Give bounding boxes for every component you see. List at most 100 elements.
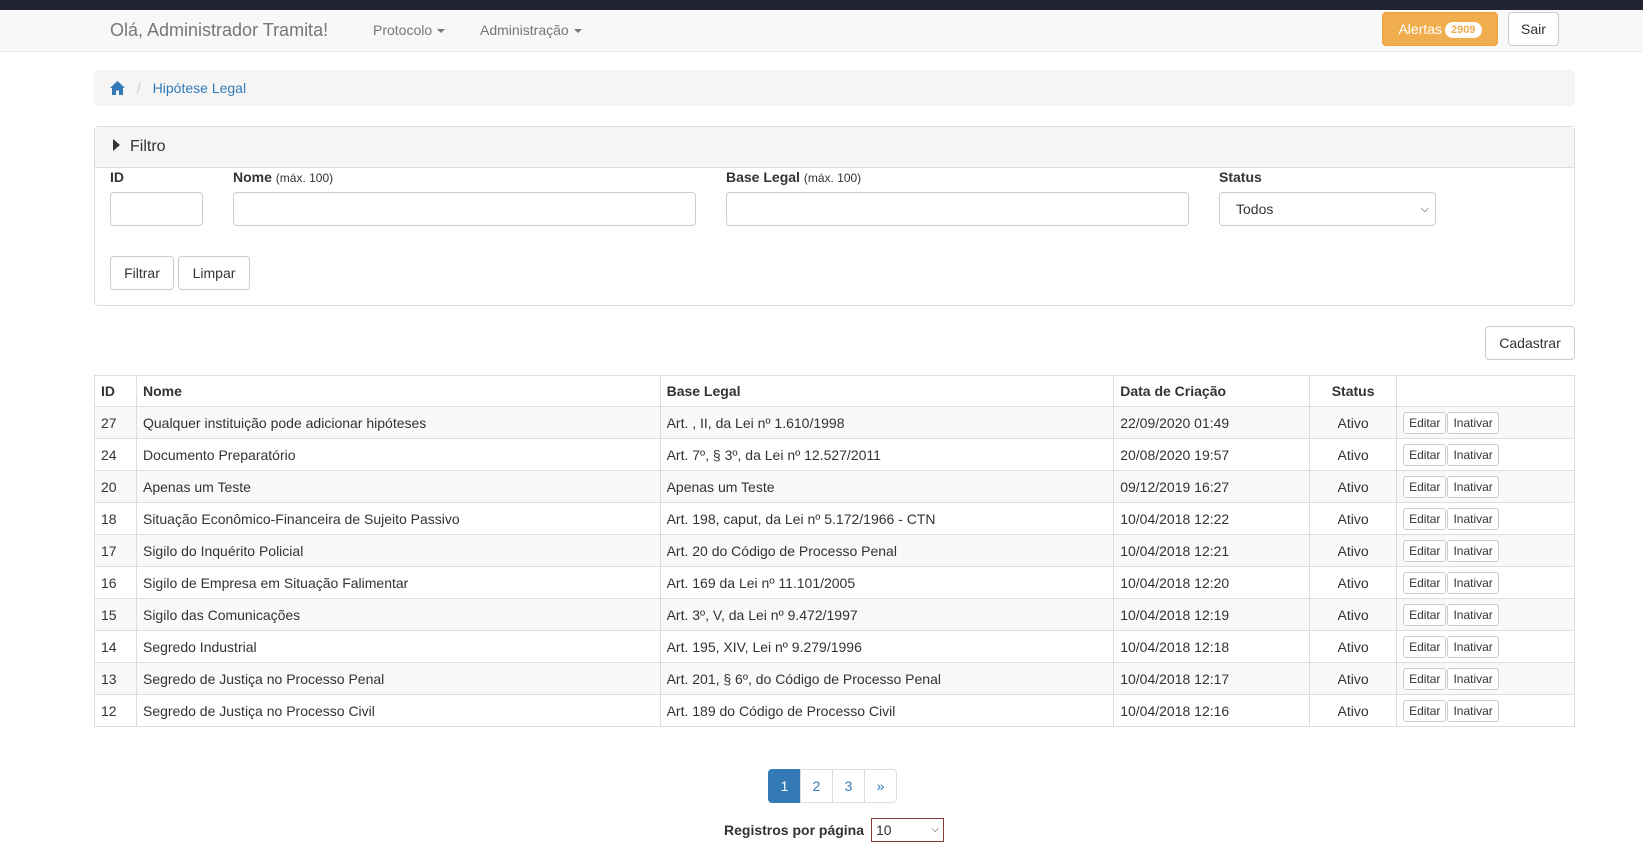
per-page-value: 10: [876, 822, 892, 838]
base-label-text: Base Legal: [726, 169, 800, 185]
id-input[interactable]: [110, 192, 203, 226]
table-row: 16 Sigilo de Empresa em Situação Falimen…: [94, 566, 1575, 599]
cell-name: Sigilo de Empresa em Situação Falimentar: [135, 566, 661, 599]
cell-actions: Editar Inativar: [1396, 694, 1575, 727]
cell-status: Ativo: [1309, 630, 1398, 663]
table-row: 20 Apenas um Teste Apenas um Teste 09/12…: [94, 470, 1575, 503]
status-select[interactable]: Todos ⌵: [1219, 192, 1436, 226]
page-1[interactable]: 1: [768, 769, 801, 803]
cell-status: Ativo: [1309, 470, 1398, 503]
cell-actions: Editar Inativar: [1396, 630, 1575, 663]
menu-administracao[interactable]: Administração: [480, 10, 582, 50]
pagination: 1 2 3 »: [768, 769, 897, 803]
deactivate-button[interactable]: Inativar: [1447, 475, 1499, 498]
header-base[interactable]: Base Legal: [659, 375, 1115, 407]
header-id[interactable]: ID: [94, 375, 137, 407]
deactivate-button[interactable]: Inativar: [1447, 507, 1499, 530]
caret-down-icon: [437, 29, 446, 34]
cell-date: 10/04/2018 12:19: [1113, 598, 1311, 631]
cell-status: Ativo: [1309, 534, 1398, 567]
cell-name: Situação Econômico-Financeira de Sujeito…: [135, 502, 661, 535]
navbar: Olá, Administrador Tramita! Protocolo Ad…: [0, 10, 1643, 52]
name-label-text: Nome: [233, 169, 272, 185]
cell-name: Qualquer instituição pode adicionar hipó…: [135, 406, 661, 439]
caret-down-icon: [573, 29, 582, 34]
deactivate-button[interactable]: Inativar: [1447, 667, 1499, 690]
header-name[interactable]: Nome: [135, 375, 661, 407]
cell-actions: Editar Inativar: [1396, 470, 1575, 503]
base-label: Base Legal (máx. 100): [726, 169, 861, 185]
edit-button[interactable]: Editar: [1403, 411, 1447, 434]
edit-button[interactable]: Editar: [1403, 507, 1447, 530]
cell-actions: Editar Inativar: [1396, 438, 1575, 471]
breadcrumb-current[interactable]: Hipótese Legal: [153, 80, 246, 96]
chevron-down-icon: ⌵: [1420, 203, 1429, 215]
edit-button[interactable]: Editar: [1403, 571, 1447, 594]
edit-button[interactable]: Editar: [1403, 443, 1447, 466]
cell-status: Ativo: [1309, 662, 1398, 695]
table-row: 12 Segredo de Justiça no Processo Civil …: [94, 694, 1575, 727]
cell-id: 27: [94, 406, 137, 439]
cell-actions: Editar Inativar: [1396, 598, 1575, 631]
header-status[interactable]: Status: [1309, 375, 1398, 407]
edit-button[interactable]: Editar: [1403, 699, 1447, 722]
cell-id: 14: [94, 630, 137, 663]
id-label: ID: [110, 169, 124, 185]
edit-button[interactable]: Editar: [1403, 539, 1447, 562]
deactivate-button[interactable]: Inativar: [1447, 411, 1499, 434]
cell-status: Ativo: [1309, 502, 1398, 535]
edit-button[interactable]: Editar: [1403, 475, 1447, 498]
cell-id: 15: [94, 598, 137, 631]
cell-date: 10/04/2018 12:22: [1113, 502, 1311, 535]
cell-base: Art. 169 da Lei nº 11.101/2005: [659, 566, 1115, 599]
cell-base: Art. 189 do Código de Processo Civil: [659, 694, 1115, 727]
navbar-brand[interactable]: Olá, Administrador Tramita!: [110, 10, 328, 50]
name-input[interactable]: [233, 192, 696, 226]
cell-date: 10/04/2018 12:18: [1113, 630, 1311, 663]
deactivate-button[interactable]: Inativar: [1447, 699, 1499, 722]
deactivate-button[interactable]: Inativar: [1447, 571, 1499, 594]
header-date[interactable]: Data de Criação: [1113, 375, 1311, 407]
cell-id: 24: [94, 438, 137, 471]
cell-base: Art. 20 do Código de Processo Penal: [659, 534, 1115, 567]
table-row: 24 Documento Preparatório Art. 7º, § 3º,…: [94, 438, 1575, 471]
deactivate-button[interactable]: Inativar: [1447, 539, 1499, 562]
per-page-select[interactable]: 10 ⌵: [871, 818, 944, 842]
deactivate-button[interactable]: Inativar: [1447, 635, 1499, 658]
deactivate-button[interactable]: Inativar: [1447, 443, 1499, 466]
menu-administracao-label: Administração: [480, 22, 569, 38]
cell-status: Ativo: [1309, 566, 1398, 599]
cell-status: Ativo: [1309, 694, 1398, 727]
filter-button[interactable]: Filtrar: [110, 256, 174, 290]
edit-button[interactable]: Editar: [1403, 667, 1447, 690]
logout-button[interactable]: Sair: [1508, 12, 1559, 46]
breadcrumb-separator: /: [136, 80, 141, 96]
home-icon[interactable]: [110, 72, 125, 108]
table-row: 17 Sigilo do Inquérito Policial Art. 20 …: [94, 534, 1575, 567]
menu-protocolo[interactable]: Protocolo: [373, 10, 446, 50]
alerts-label: Alertas: [1398, 21, 1443, 37]
cell-base: Apenas um Teste: [659, 470, 1115, 503]
cell-date: 10/04/2018 12:20: [1113, 566, 1311, 599]
filter-panel-heading[interactable]: Filtro: [95, 127, 1574, 168]
table-row: 18 Situação Econômico-Financeira de Suje…: [94, 502, 1575, 535]
edit-button[interactable]: Editar: [1403, 603, 1447, 626]
deactivate-button[interactable]: Inativar: [1447, 603, 1499, 626]
create-button[interactable]: Cadastrar: [1485, 326, 1575, 360]
base-input[interactable]: [726, 192, 1189, 226]
alerts-button[interactable]: Alertas 2909: [1382, 12, 1498, 46]
clear-button[interactable]: Limpar: [178, 256, 250, 290]
page-2[interactable]: 2: [800, 769, 833, 803]
cell-id: 16: [94, 566, 137, 599]
cell-id: 17: [94, 534, 137, 567]
cell-name: Sigilo do Inquérito Policial: [135, 534, 661, 567]
edit-button[interactable]: Editar: [1403, 635, 1447, 658]
filter-panel: Filtro ID Nome (máx. 100) Base Legal (má…: [94, 126, 1575, 306]
status-label: Status: [1219, 169, 1262, 185]
breadcrumb: / Hipótese Legal: [94, 70, 1575, 106]
cell-name: Segredo de Justiça no Processo Civil: [135, 694, 661, 727]
caret-right-icon: [113, 139, 120, 151]
name-label: Nome (máx. 100): [233, 169, 333, 185]
page-3[interactable]: 3: [832, 769, 865, 803]
page-next[interactable]: »: [864, 769, 897, 803]
